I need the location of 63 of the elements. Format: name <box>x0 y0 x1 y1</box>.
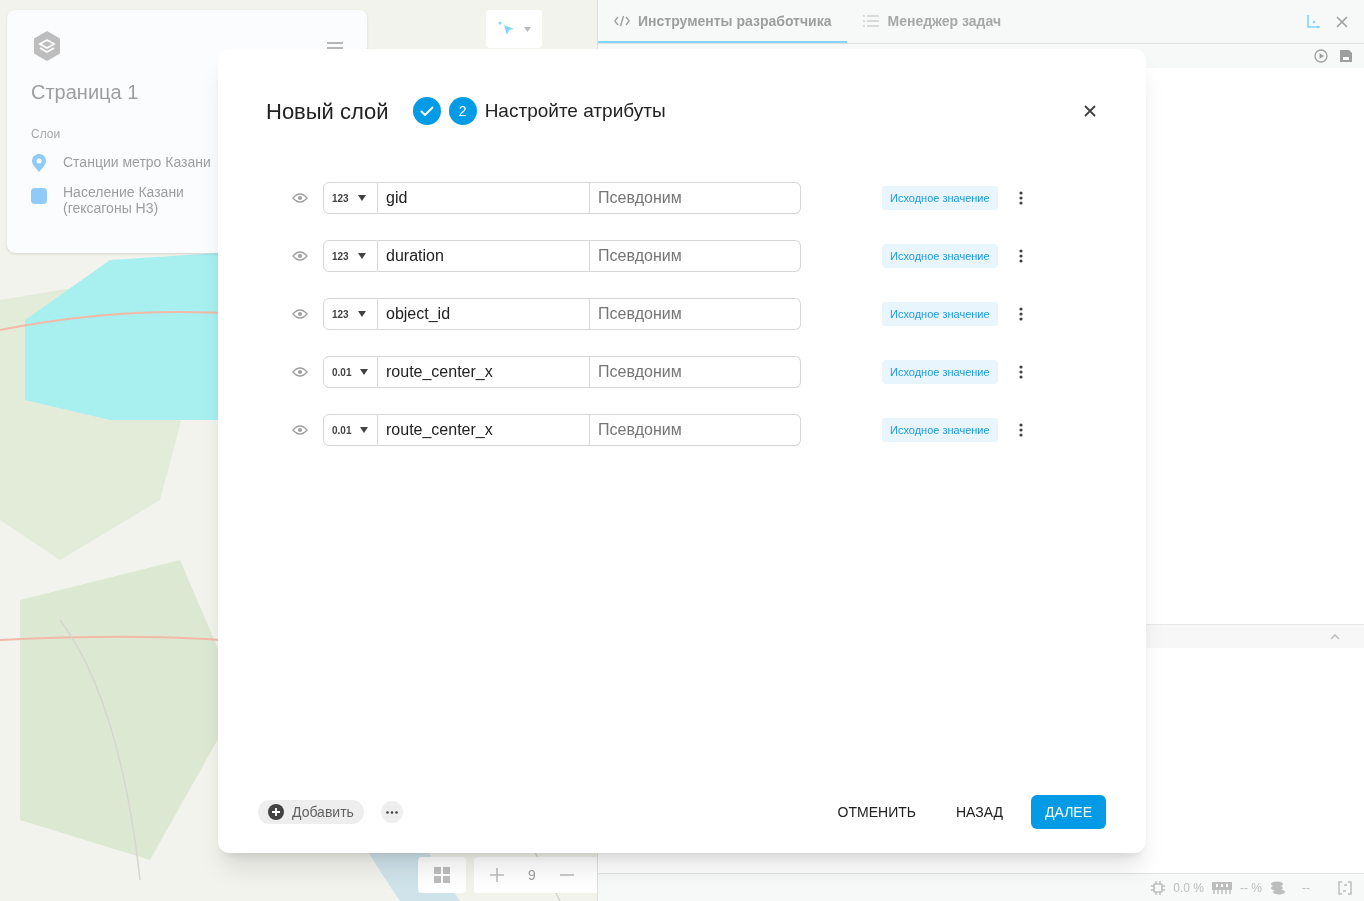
disk-usage: -- <box>1302 879 1310 896</box>
cancel-button[interactable]: ОТМЕНИТЬ <box>829 795 924 829</box>
type-select[interactable]: 0.01 <box>323 356 378 388</box>
name-field[interactable]: route_center_x <box>378 414 590 446</box>
type-select[interactable]: 0.01 <box>323 414 378 446</box>
alias-field[interactable]: Псевдоним <box>590 414 801 446</box>
name-field[interactable]: gid <box>378 182 590 214</box>
alias-field[interactable]: Псевдоним <box>590 240 801 272</box>
memory-icon <box>1212 881 1232 894</box>
more-vertical-icon[interactable] <box>1018 365 1023 379</box>
more-button[interactable] <box>380 801 403 823</box>
chevron-up-icon[interactable] <box>1330 633 1340 640</box>
close-icon[interactable] <box>1084 105 1096 117</box>
menu-icon[interactable] <box>327 42 343 50</box>
alias-field[interactable]: Псевдоним <box>590 298 801 330</box>
step-label: Настройте атрибуты <box>484 98 666 123</box>
dialog-title: Новый слой <box>266 97 389 126</box>
name-field[interactable]: object_id <box>378 298 590 330</box>
database-icon <box>1270 880 1286 895</box>
more-vertical-icon[interactable] <box>1018 307 1023 321</box>
name-field[interactable]: route_center_x <box>378 356 590 388</box>
grid-view-button[interactable] <box>418 857 466 893</box>
type-select[interactable]: 123 <box>323 298 378 330</box>
tree-icon[interactable] <box>1306 14 1320 29</box>
caret-down-icon <box>360 427 369 433</box>
eye-icon[interactable] <box>291 192 308 204</box>
back-button[interactable]: НАЗАД <box>947 795 1011 829</box>
code-icon <box>614 14 630 27</box>
list-icon <box>863 14 880 27</box>
eye-icon[interactable] <box>291 250 308 262</box>
eye-icon[interactable] <box>291 366 308 378</box>
step-done-icon <box>412 97 441 125</box>
more-vertical-icon[interactable] <box>1018 423 1023 437</box>
caret-down-icon <box>523 26 531 32</box>
grid-icon <box>434 867 450 883</box>
cursor-icon <box>497 21 516 37</box>
save-icon[interactable] <box>1340 50 1352 62</box>
cpu-usage: 0.0 % <box>1173 879 1204 896</box>
caret-down-icon <box>360 369 369 375</box>
select-tool-button[interactable] <box>486 10 542 48</box>
alias-field[interactable]: Псевдоним <box>590 356 801 388</box>
plus-icon <box>268 804 284 820</box>
cpu-icon <box>1151 880 1166 895</box>
eye-icon[interactable] <box>291 424 308 436</box>
caret-down-icon <box>357 311 366 317</box>
add-button[interactable]: Добавить <box>258 800 364 824</box>
more-vertical-icon[interactable] <box>1018 249 1023 263</box>
zoom-level: 9 <box>528 866 536 885</box>
caret-down-icon <box>357 195 366 201</box>
play-icon[interactable] <box>1314 49 1328 63</box>
eye-icon[interactable] <box>291 308 308 320</box>
name-field[interactable]: duration <box>378 240 590 272</box>
zoom-in-icon[interactable] <box>490 868 504 882</box>
more-horizontal-icon <box>385 810 398 814</box>
more-vertical-icon[interactable] <box>1018 191 1023 205</box>
alias-field[interactable]: Псевдоним <box>590 182 801 214</box>
logo-icon <box>31 30 63 62</box>
type-select[interactable]: 123 <box>323 182 378 214</box>
step-number: 2 <box>448 97 477 125</box>
page-title: Страница 1 <box>31 80 140 105</box>
type-select[interactable]: 123 <box>323 240 378 272</box>
memory-usage: -- % <box>1240 879 1262 896</box>
section-label: Слои <box>31 126 62 142</box>
